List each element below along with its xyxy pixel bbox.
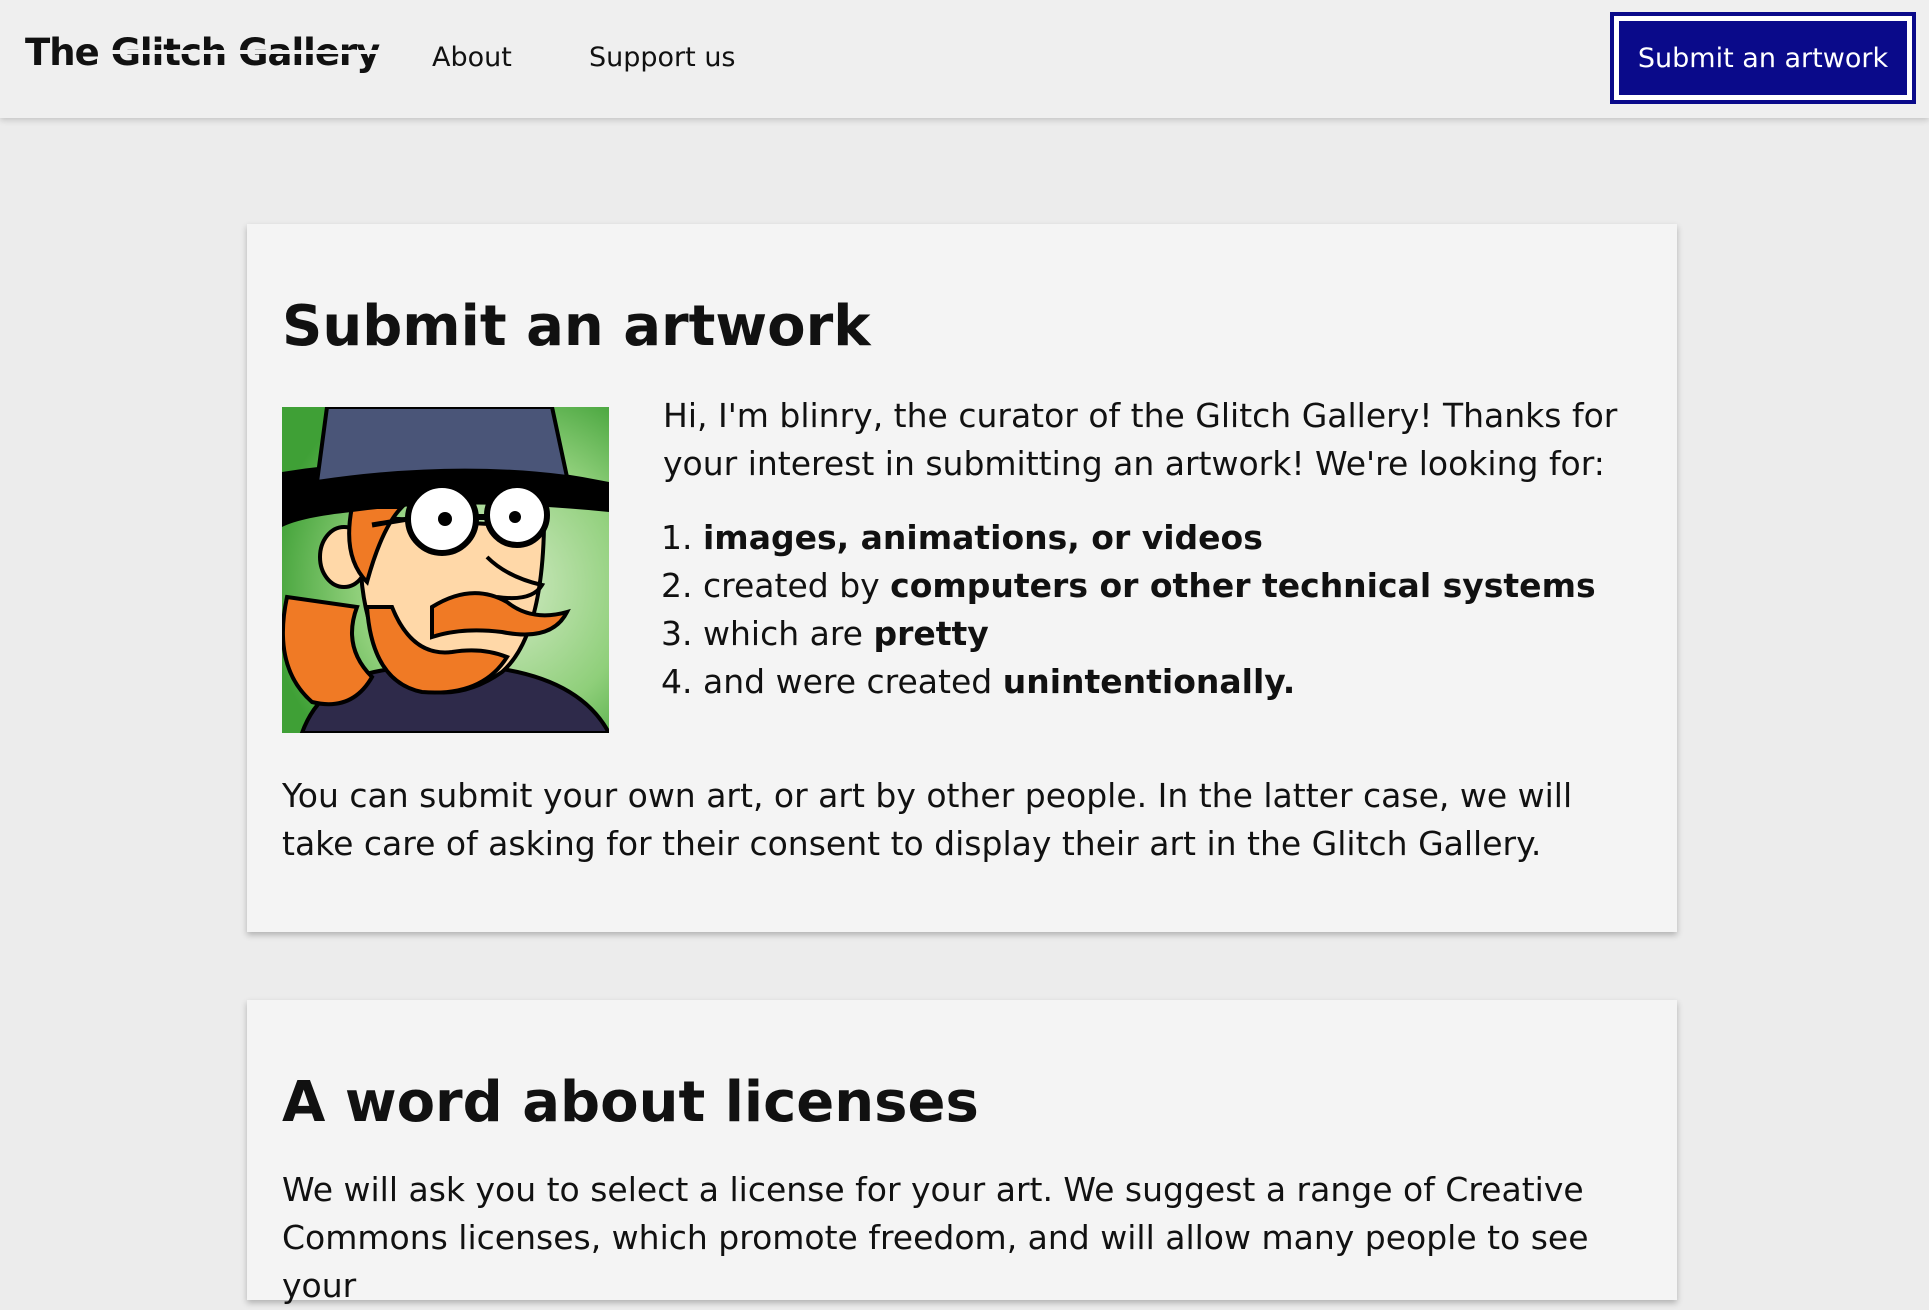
curator-intro-text: Hi, I'm blinry, the curator of the Glitc…	[663, 396, 1618, 483]
submit-artwork-button[interactable]: Submit an artwork	[1610, 12, 1916, 104]
submit-artwork-button-label: Submit an artwork	[1619, 21, 1907, 95]
submission-criteria-list: 1. images, animations, or videos 2. crea…	[661, 514, 1596, 706]
submit-artwork-card: Submit an artwork Hi, I'm blinry, the cu…	[247, 224, 1677, 932]
licenses-heading: A word about licenses	[282, 1070, 979, 1135]
site-logo[interactable]: The Glitch Gallery	[25, 30, 380, 76]
criteria-item: 2. created by computers or other technic…	[661, 566, 1596, 605]
nav-link-support-us[interactable]: Support us	[589, 40, 736, 76]
curator-avatar-image	[282, 407, 609, 733]
licenses-card: A word about licenses We will ask you to…	[247, 1000, 1677, 1305]
submission-consent-note: You can submit your own art, or art by o…	[282, 776, 1573, 863]
submit-artwork-heading: Submit an artwork	[282, 294, 871, 359]
licenses-text: We will ask you to select a license for …	[282, 1170, 1589, 1305]
criteria-item: 1. images, animations, or videos	[661, 518, 1263, 557]
top-navigation-bar: The Glitch Gallery About Support us Subm…	[0, 0, 1929, 118]
logo-prefix: The	[25, 31, 111, 74]
nav-link-about[interactable]: About	[432, 40, 512, 76]
logo-glitch-text: Glitch Gallery	[110, 31, 380, 74]
criteria-item: 4. and were created unintentionally.	[661, 662, 1296, 701]
criteria-item: 3. which are pretty	[661, 614, 989, 653]
